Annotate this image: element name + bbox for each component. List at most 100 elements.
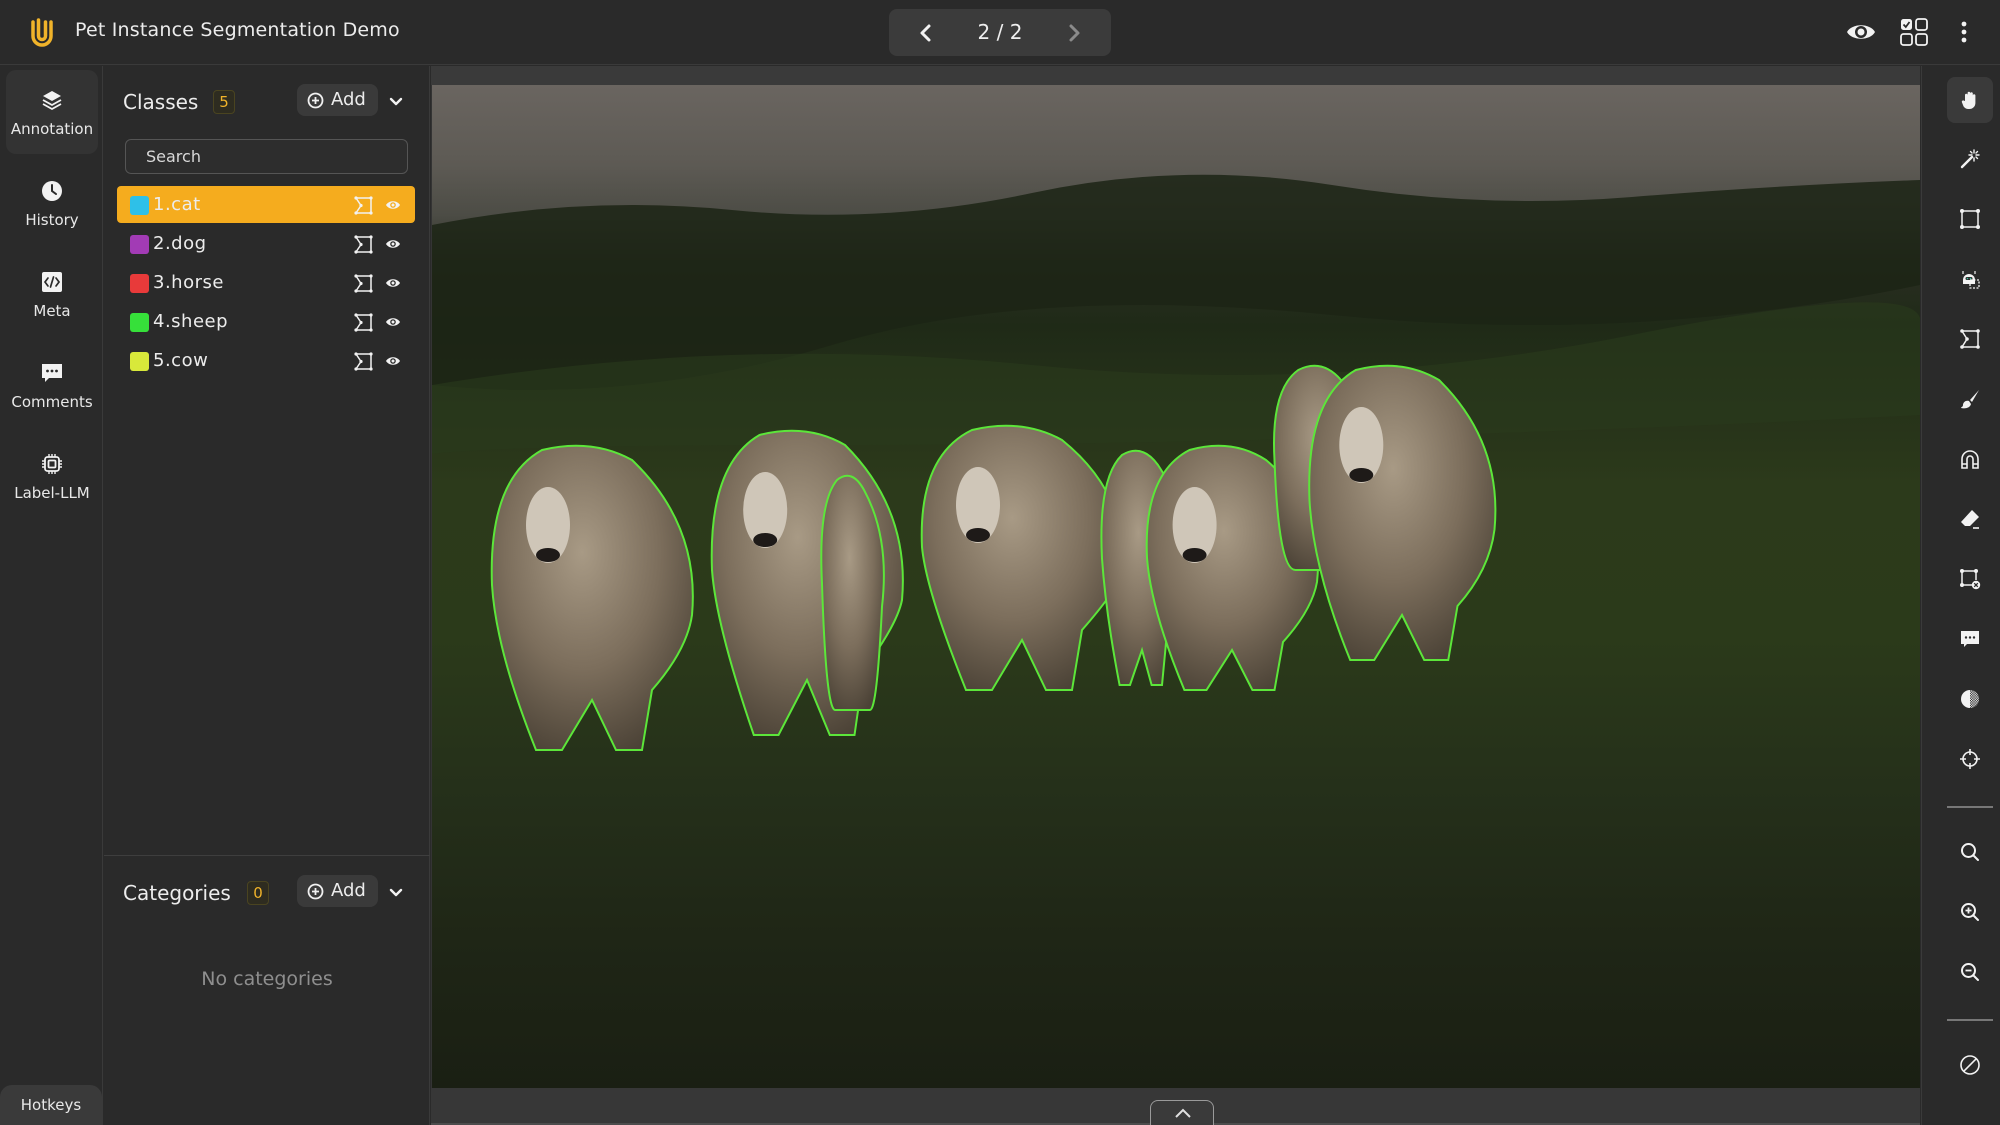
categories-count-badge: 0 bbox=[247, 881, 269, 905]
annotation-canvas-area bbox=[431, 66, 1920, 1125]
app-logo-icon bbox=[31, 18, 53, 47]
top-bar: Pet Instance Segmentation Demo 2 / 2 bbox=[0, 0, 2000, 65]
class-item[interactable]: 5.cow bbox=[117, 342, 415, 379]
nav-meta[interactable]: Meta bbox=[6, 252, 98, 336]
canvas-bottom-bar bbox=[431, 1088, 1920, 1125]
sheep-segmentation-mask[interactable] bbox=[490, 444, 694, 751]
polygon-icon[interactable] bbox=[353, 234, 374, 255]
class-label: 1.cat bbox=[153, 194, 201, 215]
ai-box-tool-button[interactable] bbox=[1947, 256, 1993, 302]
delete-vertex-icon bbox=[1960, 569, 1981, 590]
polygon-icon[interactable] bbox=[353, 351, 374, 372]
class-item[interactable]: 2.dog bbox=[117, 225, 415, 262]
classes-count-badge: 5 bbox=[213, 90, 235, 114]
nav-history[interactable]: History bbox=[6, 161, 98, 245]
hide-icon bbox=[1960, 1055, 1980, 1075]
zoom-fit-button[interactable] bbox=[1947, 829, 1993, 875]
nav-annotation[interactable]: Annotation bbox=[6, 70, 98, 154]
class-color-swatch bbox=[130, 196, 149, 215]
class-color-swatch bbox=[130, 274, 149, 293]
nav-label: Label-LLM bbox=[14, 484, 90, 502]
nav-label: Meta bbox=[33, 302, 71, 320]
toolbar-divider bbox=[1947, 1019, 1993, 1021]
eye-icon[interactable] bbox=[1844, 15, 1878, 49]
left-navigation: Annotation History Meta Comments Label-L… bbox=[0, 66, 103, 1125]
brush-tool-button[interactable] bbox=[1947, 376, 1993, 422]
nav-label: History bbox=[25, 211, 79, 229]
no-categories-message: No categories bbox=[201, 968, 333, 990]
categories-title: Categories bbox=[123, 881, 231, 905]
grid-select-icon[interactable] bbox=[1897, 15, 1931, 49]
polygon-tool-button[interactable] bbox=[1947, 316, 1993, 362]
more-vertical-icon[interactable] bbox=[1947, 15, 1981, 49]
polygon-icon[interactable] bbox=[353, 273, 374, 294]
sheep-nose bbox=[966, 528, 990, 542]
canvas-top-strip bbox=[431, 66, 1920, 85]
add-class-button[interactable]: Add bbox=[297, 84, 378, 116]
hide-annotations-button[interactable] bbox=[1947, 1042, 1993, 1088]
sheep-nose bbox=[753, 533, 778, 547]
classes-panel: Classes 5 Add 1.cat 2.dog 3.horse 4.sheep 5.… bbox=[104, 66, 430, 1125]
chip-icon bbox=[42, 454, 62, 474]
bounding-box-tool-button[interactable] bbox=[1947, 196, 1993, 242]
comment-tool-button[interactable] bbox=[1947, 616, 1993, 662]
expand-panel-button[interactable] bbox=[1150, 1100, 1214, 1125]
sheep-segmentation-mask[interactable] bbox=[920, 424, 1124, 691]
add-category-label: Add bbox=[331, 880, 366, 901]
crosshair-tool-button[interactable] bbox=[1947, 736, 1993, 782]
contrast-icon bbox=[1961, 690, 1979, 708]
class-item[interactable]: 3.horse bbox=[117, 264, 415, 301]
sheep-nose bbox=[1349, 468, 1374, 482]
class-search-input[interactable] bbox=[125, 139, 408, 174]
contrast-tool-button[interactable] bbox=[1947, 676, 1993, 722]
class-item[interactable]: 4.sheep bbox=[117, 303, 415, 340]
add-category-button[interactable]: Add bbox=[297, 875, 378, 907]
scene-svg bbox=[432, 174, 1920, 751]
class-label: 5.cow bbox=[153, 350, 209, 371]
chevron-up-icon bbox=[1175, 1108, 1191, 1118]
eye-icon[interactable] bbox=[385, 275, 401, 291]
delete-vertex-tool-button[interactable] bbox=[1947, 556, 1993, 602]
eye-icon[interactable] bbox=[385, 197, 401, 213]
eye-icon[interactable] bbox=[385, 314, 401, 330]
polygon-icon[interactable] bbox=[353, 312, 374, 333]
hotkeys-button[interactable]: Hotkeys bbox=[0, 1085, 102, 1125]
toolbar-divider bbox=[1947, 806, 1993, 808]
classes-collapse-chevron-icon[interactable] bbox=[387, 93, 405, 111]
pan-tool-button[interactable] bbox=[1947, 77, 1993, 123]
magnet-tool-button[interactable] bbox=[1947, 436, 1993, 482]
class-item[interactable]: 1.cat bbox=[117, 186, 415, 223]
clock-icon bbox=[42, 181, 62, 201]
class-label: 4.sheep bbox=[153, 311, 229, 332]
zoom-in-button[interactable] bbox=[1947, 889, 1993, 935]
bounding-box-icon bbox=[1960, 209, 1980, 229]
brush-icon bbox=[1961, 390, 1979, 409]
next-image-button[interactable] bbox=[1059, 18, 1089, 48]
eye-icon[interactable] bbox=[385, 236, 401, 252]
zoom-in-icon bbox=[1961, 903, 1979, 921]
ai-robot-box-icon bbox=[1962, 271, 1980, 289]
sheep-nose bbox=[536, 548, 560, 562]
image-canvas[interactable] bbox=[432, 85, 1920, 1088]
class-label: 3.horse bbox=[153, 272, 224, 293]
plus-circle-icon bbox=[307, 92, 324, 109]
nav-comments[interactable]: Comments bbox=[6, 343, 98, 427]
search-icon bbox=[1961, 843, 1979, 861]
sheep-nose bbox=[1182, 548, 1207, 562]
comment-icon bbox=[1961, 631, 1979, 647]
categories-collapse-chevron-icon[interactable] bbox=[387, 884, 405, 902]
nav-label-llm[interactable]: Label-LLM bbox=[6, 434, 98, 518]
eye-icon[interactable] bbox=[385, 353, 401, 369]
zoom-out-button[interactable] bbox=[1947, 949, 1993, 995]
class-color-swatch bbox=[130, 352, 149, 371]
eraser-tool-button[interactable] bbox=[1947, 496, 1993, 542]
eraser-icon bbox=[1961, 510, 1979, 529]
magic-wand-tool-button[interactable] bbox=[1947, 136, 1993, 182]
project-title: Pet Instance Segmentation Demo bbox=[75, 19, 400, 41]
magnet-icon bbox=[1961, 450, 1979, 469]
polygon-icon bbox=[1960, 329, 1980, 349]
class-color-swatch bbox=[130, 313, 149, 332]
classes-title: Classes bbox=[123, 90, 199, 114]
polygon-icon[interactable] bbox=[353, 195, 374, 216]
panel-divider bbox=[104, 855, 430, 856]
